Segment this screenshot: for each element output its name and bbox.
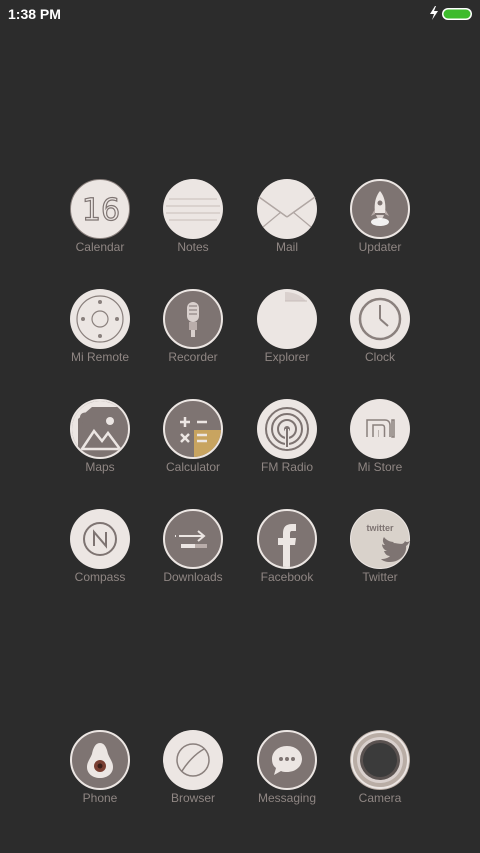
app-calculator[interactable]: Calculator [146, 399, 240, 495]
message-icon [257, 730, 317, 790]
app-mi-store[interactable]: Mi Store [333, 399, 427, 495]
facebook-icon [257, 509, 317, 569]
app-label-mi-store: Mi Store [357, 460, 403, 474]
dock-messaging[interactable]: Messaging [240, 730, 334, 826]
dock-phone[interactable]: Phone [53, 730, 147, 826]
app-downloads[interactable]: Downloads [146, 509, 240, 605]
app-label-compass: Compass [74, 570, 126, 584]
microphone-icon [163, 289, 223, 349]
calendar-date: 16 [82, 193, 120, 228]
app-mail[interactable]: Mail [240, 179, 334, 275]
app-updater[interactable]: Updater [333, 179, 427, 275]
app-label-calculator: Calculator [165, 460, 221, 474]
mail-icon [257, 179, 317, 239]
app-facebook[interactable]: Facebook [240, 509, 334, 605]
app-label-phone: Phone [82, 791, 118, 805]
mi-logo-icon [350, 399, 410, 459]
maps-icon: G [70, 399, 130, 459]
app-label-recorder: Recorder [168, 350, 218, 364]
app-mi-remote[interactable]: Mi Remote [53, 289, 147, 385]
app-calendar[interactable]: 16 Calendar [53, 179, 147, 275]
dock-camera[interactable]: Camera [333, 730, 427, 826]
app-recorder[interactable]: Recorder [146, 289, 240, 385]
twitter-icon: twitter [350, 509, 411, 569]
remote-icon [70, 289, 130, 349]
app-label-mi-remote: Mi Remote [70, 350, 129, 364]
twitter-wordmark: twitter [367, 523, 394, 533]
rocket-icon [350, 179, 410, 239]
clock-icon [350, 289, 410, 349]
app-label-fm-radio: FM Radio [260, 460, 313, 474]
app-label-explorer: Explorer [264, 350, 310, 364]
phone-icon [70, 730, 130, 790]
compass-icon [70, 509, 130, 569]
dock-browser[interactable]: Browser [146, 730, 240, 826]
app-label-camera: Camera [358, 791, 402, 805]
app-label-messaging: Messaging [257, 791, 317, 805]
app-label-maps: Maps [85, 460, 115, 474]
app-label-updater: Updater [358, 240, 402, 254]
app-label-browser: Browser [170, 791, 215, 805]
app-maps[interactable]: G Maps [53, 399, 147, 495]
app-grid: 16 Calendar Notes Mail Updater Mi Remote… [0, 0, 480, 853]
app-label-mail: Mail [275, 240, 298, 254]
folder-icon [257, 289, 317, 349]
app-clock[interactable]: Clock [333, 289, 427, 385]
calendar-icon: 16 [70, 179, 130, 239]
calculator-icon [163, 399, 223, 459]
app-label-calendar: Calendar [75, 240, 125, 254]
app-fm-radio[interactable]: FM Radio [240, 399, 334, 495]
app-label-facebook: Facebook [260, 570, 314, 584]
app-compass[interactable]: Compass [53, 509, 147, 605]
app-twitter[interactable]: twitter Twitter [333, 509, 427, 605]
app-label-twitter: Twitter [362, 570, 398, 584]
radio-icon [257, 399, 317, 459]
download-icon [163, 509, 223, 569]
app-explorer[interactable]: Explorer [240, 289, 334, 385]
app-label-notes: Notes [177, 240, 209, 254]
notes-icon [163, 179, 223, 239]
svg-text:G: G [79, 411, 91, 427]
browser-icon [163, 730, 223, 790]
app-notes[interactable]: Notes [146, 179, 240, 275]
app-label-downloads: Downloads [163, 570, 223, 584]
camera-icon [350, 730, 410, 790]
app-label-clock: Clock [364, 350, 395, 364]
